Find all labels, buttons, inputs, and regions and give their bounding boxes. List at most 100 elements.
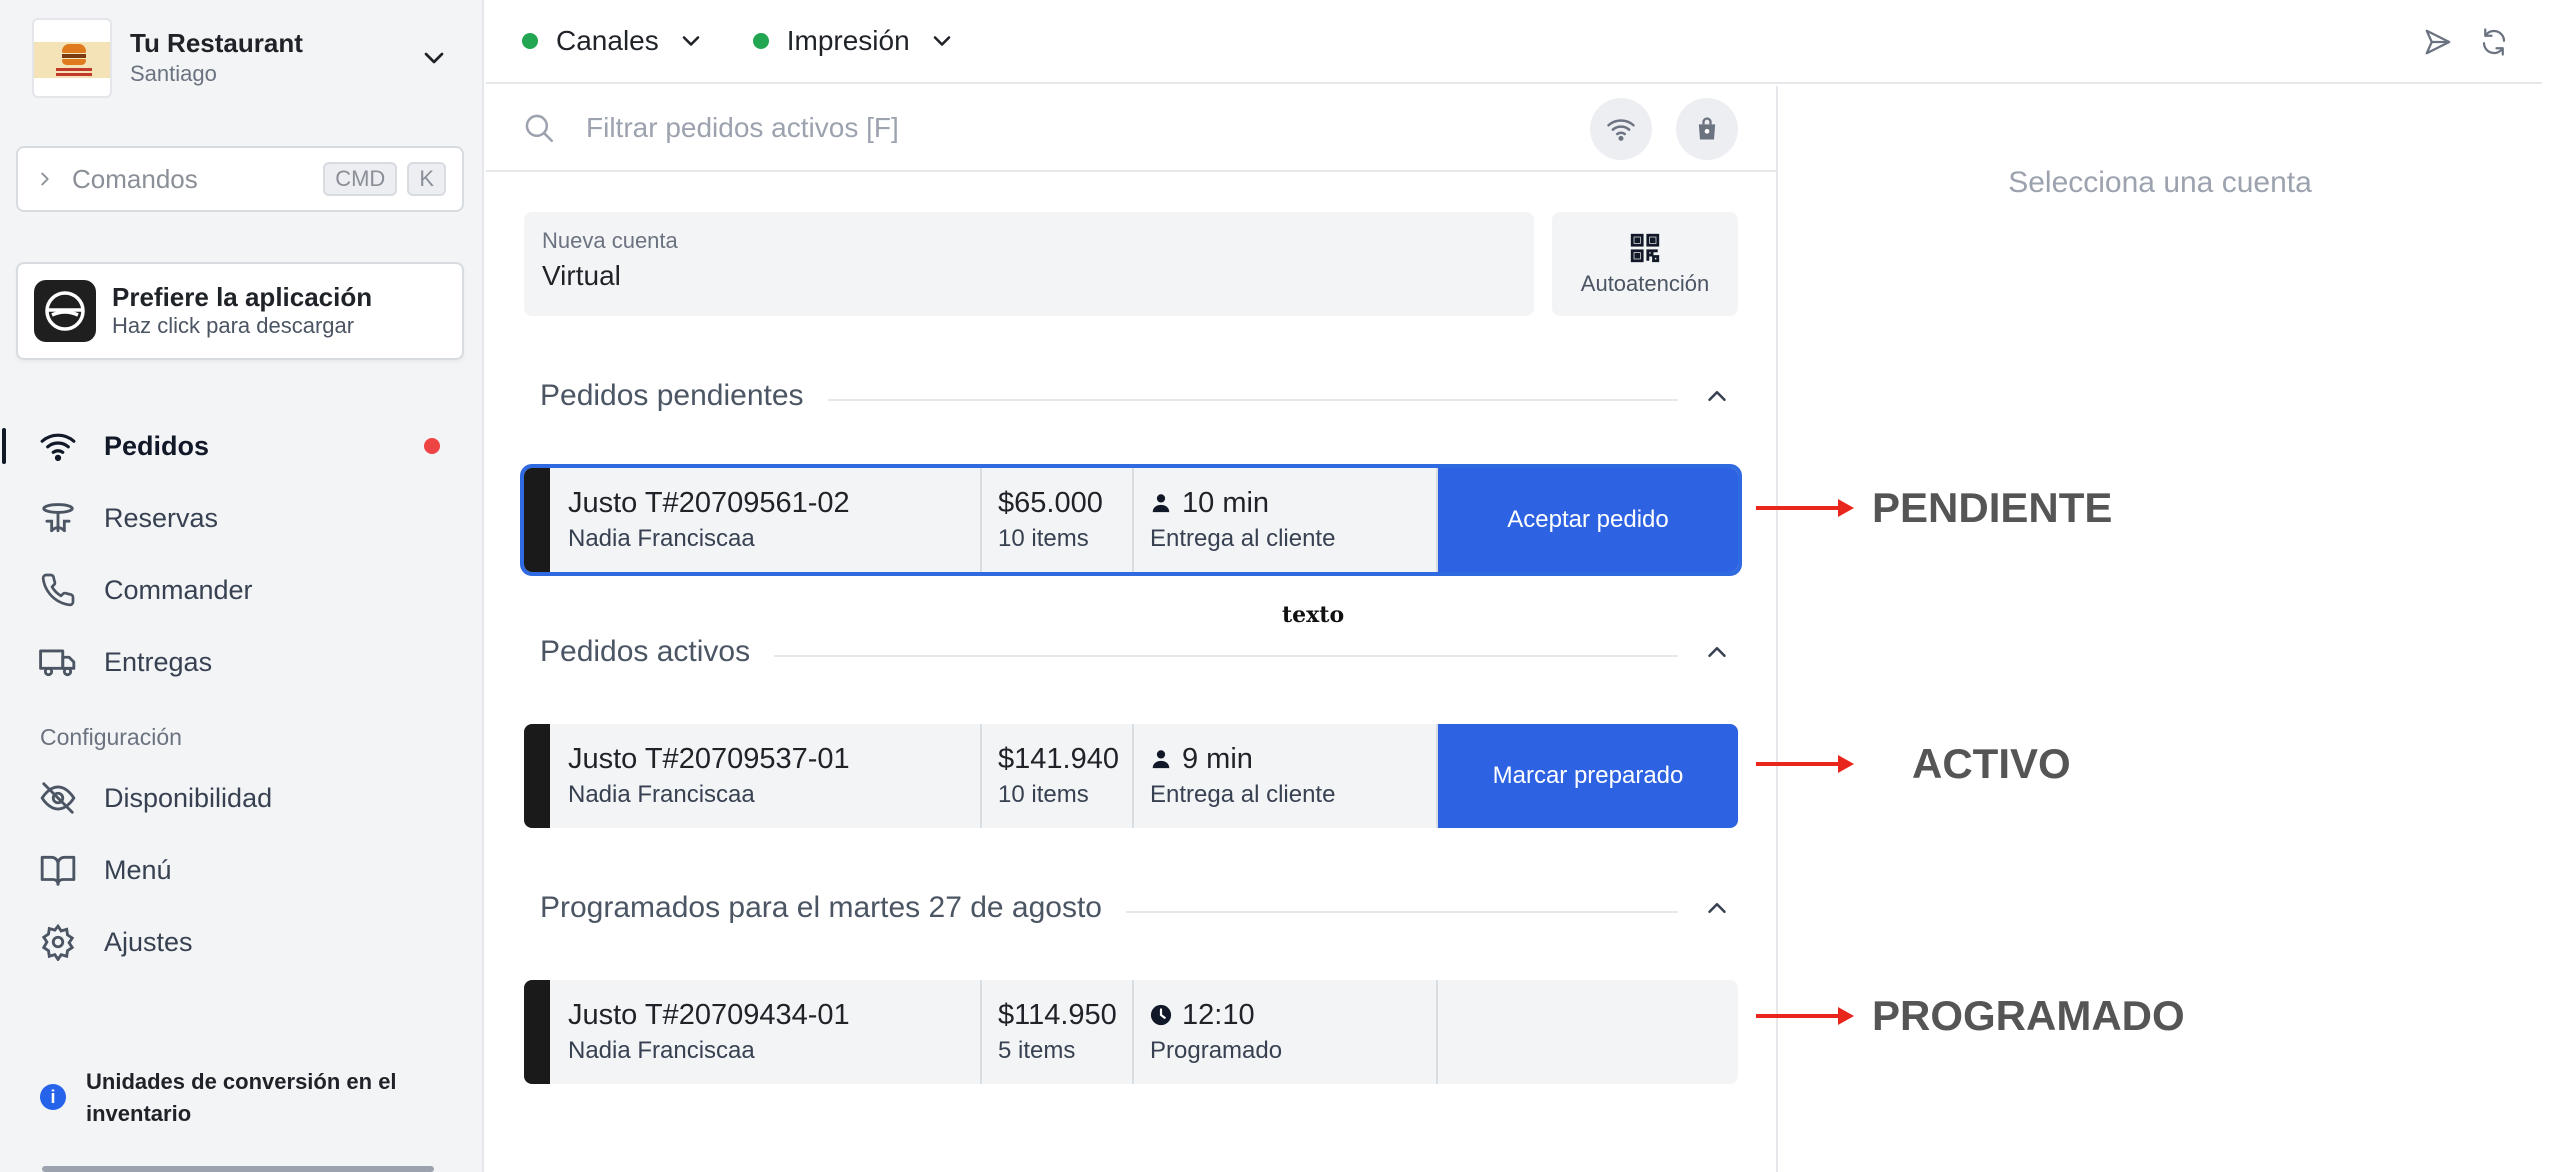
order-items: 10 items <box>998 780 1089 808</box>
bag-filter-button[interactable] <box>1676 98 1738 160</box>
chevron-up-icon[interactable] <box>1702 381 1732 411</box>
order-time: 10 min <box>1182 487 1270 519</box>
channels-label: Canales <box>556 25 659 56</box>
sidebar-item-entregas[interactable]: Entregas <box>0 632 484 692</box>
order-card-active[interactable]: Justo T#20709537-01 Nadia Franciscaa $14… <box>524 724 1738 828</box>
printing-dropdown[interactable]: Impresión <box>752 25 956 57</box>
eye-off-icon <box>38 778 78 818</box>
sidebar-item-label: Menú <box>104 854 172 885</box>
new-account-value: Virtual <box>542 260 621 291</box>
filter-orders-input[interactable] <box>586 112 1486 144</box>
wifi-filter-button[interactable] <box>1590 98 1652 160</box>
annotation-label: PENDIENTE <box>1872 484 2113 531</box>
shortcut-key-cmd: CMD <box>323 162 398 196</box>
config-section-label: Configuración <box>40 724 182 750</box>
sidebar-item-menu[interactable]: Menú <box>0 840 484 900</box>
channels-dropdown[interactable]: Canales <box>522 25 705 57</box>
orders-panel: Nueva cuenta Virtual Autoatención Pedido… <box>486 86 1776 1172</box>
clock-icon <box>1150 1005 1172 1026</box>
annotation-scheduled: PROGRAMADO <box>1756 992 2185 1040</box>
truck-icon <box>38 642 78 682</box>
chevron-right-icon <box>41 172 49 186</box>
qr-code-icon <box>1630 233 1660 263</box>
order-amount: $141.940 <box>998 743 1119 775</box>
sidebar-item-commander[interactable]: Commander <box>0 560 484 620</box>
order-time: 12:10 <box>1182 999 1255 1031</box>
scroll-indicator <box>42 1166 434 1172</box>
order-customer: Nadia Franciscaa <box>568 780 755 808</box>
search-icon <box>525 114 554 143</box>
account-detail-panel: Selecciona una cuenta PENDIENTE ACTIVO P… <box>1756 86 2542 1172</box>
scheduled-section-header[interactable]: Programados para el martes 27 de agosto <box>540 888 1740 928</box>
annotation-label: ACTIVO <box>1912 740 2071 787</box>
sidebar: Tu Restaurant Santiago Comandos CMD K Pr… <box>0 0 484 1172</box>
sidebar-item-ajustes[interactable]: Ajustes <box>0 912 484 972</box>
pending-section-header[interactable]: Pedidos pendientes <box>540 376 1740 416</box>
sidebar-item-pedidos[interactable]: Pedidos <box>0 416 484 476</box>
status-dot <box>752 33 769 49</box>
restaurant-name: Tu Restaurant <box>130 28 303 59</box>
sidebar-item-reservas[interactable]: Reservas <box>0 488 484 548</box>
info-icon: i <box>40 1084 66 1110</box>
app-logo-icon <box>34 280 96 342</box>
alert-dot <box>424 438 440 454</box>
order-card-scheduled[interactable]: Justo T#20709434-01 Nadia Franciscaa $11… <box>524 980 1738 1084</box>
new-account-label: Nueva cuenta <box>542 228 678 253</box>
chevron-down-icon[interactable] <box>418 42 450 74</box>
download-app-banner[interactable]: Prefiere la aplicación Haz click para de… <box>16 262 464 360</box>
order-items: 5 items <box>998 1036 1076 1064</box>
order-mode: Entrega al cliente <box>1150 524 1336 552</box>
self-service-button[interactable]: Autoatención <box>1552 212 1738 316</box>
sidebar-item-label: Commander <box>104 574 253 605</box>
section-title: Programados para el martes 27 de agosto <box>540 891 1102 924</box>
sidebar-item-disponibilidad[interactable]: Disponibilidad <box>0 768 484 828</box>
active-section-header[interactable]: Pedidos activos <box>540 632 1740 672</box>
sidebar-item-label: Reservas <box>104 502 219 533</box>
order-mode: Programado <box>1150 1036 1283 1064</box>
command-palette-button[interactable]: Comandos CMD K <box>16 146 464 212</box>
book-icon <box>38 850 78 890</box>
shopping-bag-icon <box>1698 117 1716 140</box>
chevron-up-icon[interactable] <box>1702 637 1732 667</box>
order-id: Justo T#20709537-01 <box>568 743 850 775</box>
mark-prepared-button[interactable]: Marcar preparado <box>1438 724 1738 828</box>
order-mode: Entrega al cliente <box>1150 780 1336 808</box>
wifi-icon <box>1607 119 1635 141</box>
red-arrow-icon <box>1756 1007 1854 1025</box>
section-title: Pedidos activos <box>540 635 751 668</box>
order-customer: Nadia Franciscaa <box>568 524 755 552</box>
chevron-up-icon[interactable] <box>1702 893 1732 923</box>
shortcut-key-k: K <box>407 162 446 196</box>
self-service-label: Autoatención <box>1580 271 1710 296</box>
person-icon <box>1152 494 1170 513</box>
refresh-icon[interactable] <box>2476 24 2512 60</box>
accept-order-label: Aceptar pedido <box>1507 506 1669 533</box>
promo-title: Prefiere la aplicación <box>112 282 373 313</box>
annotation-pending: PENDIENTE <box>1756 484 2112 532</box>
person-icon <box>1152 750 1170 769</box>
section-title: Pedidos pendientes <box>540 379 804 412</box>
sidebar-item-label: Pedidos <box>104 430 210 461</box>
mark-prepared-label: Marcar preparado <box>1492 762 1684 789</box>
table-icon <box>38 498 78 538</box>
inventory-notice[interactable]: i Unidades de conversión en el inventari… <box>40 1066 440 1130</box>
new-account-field[interactable]: Nueva cuenta Virtual <box>524 212 1534 316</box>
annotation-label: PROGRAMADO <box>1872 992 2185 1039</box>
sidebar-item-label: Ajustes <box>104 926 193 957</box>
annotation-active: ACTIVO <box>1756 740 2071 788</box>
order-id: Justo T#20709561-02 <box>568 487 850 519</box>
wifi-icon <box>38 426 78 466</box>
send-icon[interactable] <box>2420 24 2456 60</box>
floating-text: texto <box>1282 602 1345 628</box>
order-amount: $114.950 <box>998 999 1117 1031</box>
order-id: Justo T#20709434-01 <box>568 999 850 1031</box>
phone-icon <box>38 570 78 610</box>
accept-order-button[interactable]: Aceptar pedido <box>1438 468 1738 572</box>
restaurant-logo <box>32 18 112 98</box>
red-arrow-icon <box>1756 499 1854 517</box>
notice-text: Unidades de conversión en el inventario <box>86 1069 397 1126</box>
restaurant-switcher[interactable]: Tu Restaurant Santiago <box>32 18 450 98</box>
select-account-placeholder: Selecciona una cuenta <box>2008 166 2312 199</box>
top-bar: Canales Impresión <box>486 0 2542 84</box>
order-card-pending[interactable]: Justo T#20709561-02 Nadia Franciscaa $65… <box>520 464 1742 576</box>
